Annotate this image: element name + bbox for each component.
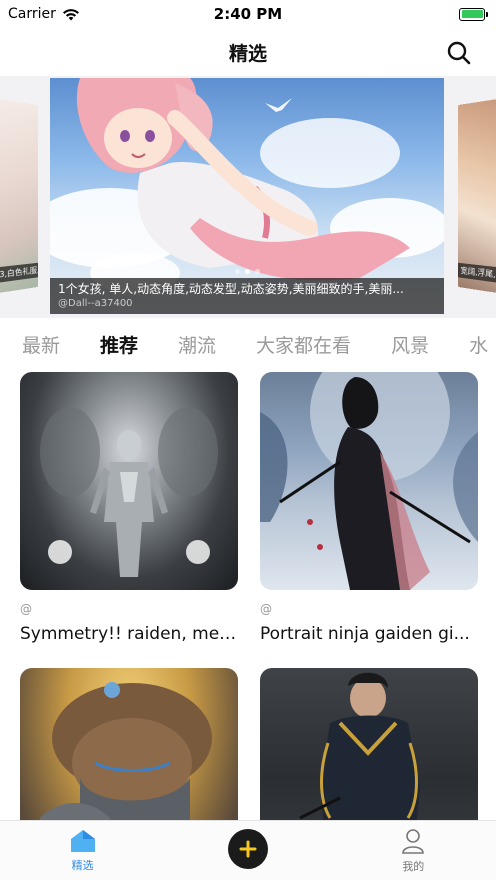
page-title: 精选 bbox=[229, 39, 267, 66]
tab-water[interactable]: 水 bbox=[469, 331, 488, 362]
artwork-title: Portrait ninja gaiden gi... bbox=[260, 624, 478, 644]
banner-prev-card[interactable]: 3,白色礼服, bbox=[0, 99, 38, 294]
artwork-card[interactable]: @ Portrait ninja gaiden gi... bbox=[260, 372, 480, 644]
status-bar: Carrier 2:40 PM bbox=[0, 0, 496, 28]
banner-author: @Dall--a37400 bbox=[58, 297, 436, 311]
banner-next-card[interactable]: 宽阔,浮尾,梳发 bbox=[458, 99, 496, 294]
battery-icon bbox=[459, 8, 488, 21]
artwork-image[interactable] bbox=[20, 372, 238, 590]
carousel-dot[interactable] bbox=[255, 269, 260, 274]
carousel-dot-active[interactable] bbox=[245, 269, 250, 274]
banner-caption: 1个女孩, 单人,动态角度,动态发型,动态姿势,美丽细致的手,美丽... @Da… bbox=[50, 278, 444, 314]
artwork-title: Symmetry!! raiden, met... bbox=[20, 624, 238, 644]
add-button[interactable] bbox=[228, 829, 268, 869]
tab-everyone-watching[interactable]: 大家都在看 bbox=[256, 331, 351, 362]
search-icon[interactable] bbox=[446, 40, 472, 66]
tab-latest[interactable]: 最新 bbox=[22, 331, 60, 362]
tab-home[interactable]: 精选 bbox=[43, 829, 123, 873]
banner-carousel[interactable]: 3,白色礼服, 1个女孩, 单人,动态角度,动态发型,动态姿势,美丽细致的手,美… bbox=[0, 76, 496, 318]
tab-scenery[interactable]: 风景 bbox=[391, 331, 429, 362]
banner-caption-text: 1个女孩, 单人,动态角度,动态发型,动态姿势,美丽细致的手,美丽... bbox=[58, 281, 436, 297]
nav-bar: 精选 bbox=[0, 28, 496, 76]
artwork-image[interactable] bbox=[260, 372, 478, 590]
tab-create[interactable] bbox=[208, 833, 288, 869]
carousel-dots bbox=[50, 269, 444, 274]
battery-level bbox=[462, 10, 483, 18]
plus-icon bbox=[239, 840, 257, 858]
artwork-author: @ bbox=[260, 602, 480, 618]
tab-mine-label: 我的 bbox=[402, 858, 424, 874]
banner-next-caption: 宽阔,浮尾,梳发 bbox=[458, 263, 496, 283]
tab-home-label: 精选 bbox=[72, 857, 94, 873]
banner-main-card[interactable]: 1个女孩, 单人,动态角度,动态发型,动态姿势,美丽细致的手,美丽... @Da… bbox=[50, 78, 444, 316]
carrier-label: Carrier bbox=[8, 6, 56, 22]
user-icon bbox=[401, 828, 425, 854]
banner-prev-caption: 3,白色礼服, bbox=[0, 263, 38, 283]
carousel-dot[interactable] bbox=[235, 269, 240, 274]
artwork-card[interactable]: @ Symmetry!! raiden, met... bbox=[20, 372, 240, 644]
tab-mine[interactable]: 我的 bbox=[373, 828, 453, 874]
artwork-author: @ bbox=[20, 602, 240, 618]
status-left: Carrier bbox=[8, 6, 80, 22]
tab-recommended[interactable]: 推荐 bbox=[100, 331, 138, 362]
home-icon bbox=[70, 829, 96, 853]
category-tabs: 最新 推荐 潮流 大家都在看 风景 水 bbox=[0, 326, 496, 366]
wifi-icon bbox=[62, 8, 80, 21]
bottom-tab-bar: 精选 我的 bbox=[0, 820, 496, 880]
tab-trending[interactable]: 潮流 bbox=[178, 331, 216, 362]
